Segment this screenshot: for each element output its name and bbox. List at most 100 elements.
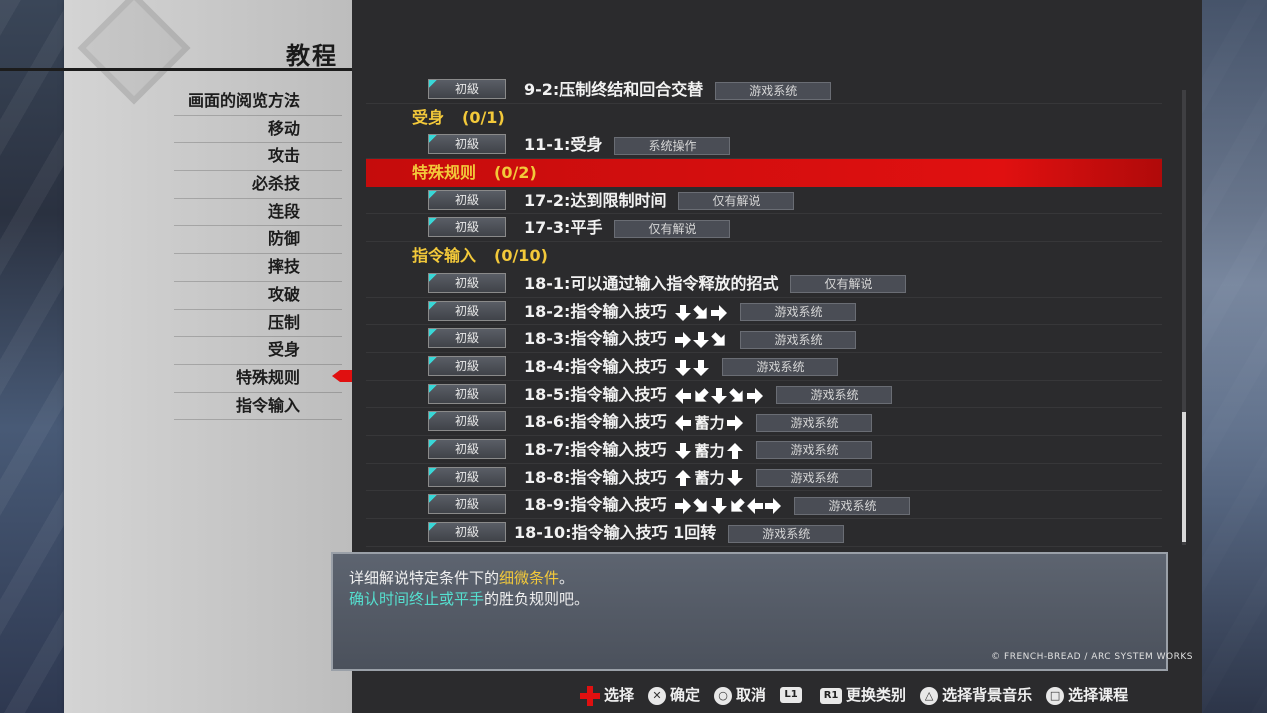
menu-item[interactable]: 攻破 [64,282,352,310]
lesson-row[interactable]: 初級 18-3:指令输入技巧 游戏系统 [366,325,1162,353]
category-label: 特殊规则 (0/2) [412,161,537,185]
menu-item[interactable]: 连段 [64,199,352,227]
hint-circle-button: ○ 取消 [714,684,766,705]
lesson-label: 18-4:指令输入技巧 游戏系统 [524,355,839,380]
lesson-list: 初級 9-2:压制终结和回合交替 游戏系统 受身 (0/1) 初級 11-1:受身 系统操作特… [366,76,1162,547]
menu-item[interactable]: 画面的阅览方法 [64,88,352,116]
lesson-row[interactable]: 初級 18-10:指令输入技巧 1回转 游戏系统 [366,519,1162,547]
lesson-type-tag: 仅有解说 [614,219,731,238]
command-input [674,494,782,518]
level-badge: 初級 [428,79,506,99]
lesson-label: 18-5:指令输入技巧 游戏系统 [524,383,893,408]
background-right [1197,0,1267,713]
arrow-down-left-icon [731,498,746,512]
lesson-title: 18-7:指令输入技巧 [524,439,667,459]
lesson-type-tag: 游戏系统 [756,413,873,432]
arrow-down-icon [711,498,728,515]
menu-item[interactable]: 攻击 [64,143,352,171]
lesson-title: 18-5:指令输入技巧 [524,384,667,404]
level-badge: 初級 [428,411,506,432]
category-name: 受身 [412,107,445,127]
lesson-type-tag: 仅有解说 [790,275,907,294]
level-badge: 初級 [428,189,506,210]
copyright-text: © FRENCH-BREAD / ARC SYSTEM WORKS [991,652,1193,662]
lesson-label: 18-2:指令输入技巧 游戏系统 [524,300,857,325]
category-header[interactable]: 指令输入 (0/10) [366,242,1162,270]
lesson-label: 18-3:指令输入技巧 游戏系统 [524,327,857,352]
menu-item[interactable]: 防御 [64,226,352,254]
lesson-title: 18-10:指令输入技巧 1回转 [514,523,717,542]
lesson-row[interactable]: 初級 18-9:指令输入技巧 游戏系统 [366,491,1162,519]
lesson-row[interactable]: 初級 18-1:可以通过输入指令释放的招式 仅有解说 [366,270,1162,298]
lesson-type-tag: 系统操作 [614,136,731,155]
scrollbar-thumb[interactable] [1182,412,1186,542]
lesson-title: 18-3:指令输入技巧 [524,329,667,349]
lesson-row[interactable]: 初級 18-7:指令输入技巧 蓄力 游戏系统 [366,436,1162,464]
lesson-type-tag: 游戏系统 [756,441,873,460]
lesson-title: 17-2:达到限制时间 [524,190,667,210]
lesson-title: 18-2:指令输入技巧 [524,301,667,321]
hint-r1-button: R1 更换类别 [820,684,906,705]
lesson-row[interactable]: 初級 9-2:压制终结和回合交替 游戏系统 [366,76,1162,104]
menu-item[interactable]: 压制 [64,310,352,338]
lesson-title: 18-4:指令输入技巧 [524,356,667,376]
hint-dpad: 选择 [580,684,634,706]
arrow-right-icon [675,332,692,349]
menu-item[interactable]: 必杀技 [64,171,352,199]
command-input [674,383,764,407]
lesson-type-tag: 游戏系统 [728,524,845,543]
arrow-down-right-icon [693,498,708,512]
lesson-label: 18-10:指令输入技巧 1回转 游戏系统 [514,521,845,545]
button-hints: 选择 ✕ 确定 ○ 取消 L1 R1 更换类别 △ 选择背景音乐 □ 选择课程 [580,684,1142,708]
lesson-label: 18-9:指令输入技巧 游戏系统 [524,493,911,518]
lesson-label: 18-6:指令输入技巧 蓄力 游戏系统 [524,410,873,436]
lesson-title: 11-1:受身 [524,135,603,155]
list-scrollbar[interactable] [1182,90,1186,545]
hint-label: 选择 [604,686,635,704]
arrow-down-left-icon [695,387,710,402]
arrow-down-right-icon [711,332,726,346]
lesson-row[interactable]: 初級 18-6:指令输入技巧 蓄力 游戏系统 [366,408,1162,436]
title-underline [0,68,360,71]
lesson-type-tag: 仅有解说 [678,192,795,211]
lesson-title: 18-1:可以通过输入指令释放的招式 [524,273,779,293]
lesson-row[interactable]: 初級 18-2:指令输入技巧 游戏系统 [366,298,1162,326]
hint-square-button: □ 选择课程 [1046,684,1128,705]
arrow-down-icon [693,332,710,349]
arrow-up-icon [727,442,744,459]
dpad-icon [580,685,600,706]
category-label: 指令输入 (0/10) [412,244,548,268]
arrow-down-right-icon [693,304,708,319]
lesson-row[interactable]: 初級 18-5:指令输入技巧 游戏系统 [366,381,1162,409]
cross-button-icon: ✕ [648,686,667,705]
command-input: 蓄力 [674,438,744,463]
lesson-type-tag: 游戏系统 [715,81,832,100]
lesson-label: 18-1:可以通过输入指令释放的招式 仅有解说 [524,272,907,296]
lesson-row[interactable]: 初級 18-8:指令输入技巧 蓄力 游戏系统 [366,464,1162,492]
arrow-right-icon [675,498,692,515]
arrow-down-icon [675,442,692,459]
menu-item[interactable]: 移动 [64,116,352,144]
lesson-row[interactable]: 初級 17-3:平手 仅有解说 [366,214,1162,243]
charge-label: 蓄力 [694,469,725,488]
command-input [674,328,728,352]
menu-item[interactable]: 受身 [64,337,352,365]
category-header-selected[interactable]: 特殊规则 (0/2) [366,159,1162,187]
category-name: 特殊规则 [412,163,477,183]
category-count: (0/1) [462,107,505,127]
menu-item[interactable]: 特殊规则 [64,365,352,393]
category-header[interactable]: 受身 (0/1) [366,104,1162,132]
lesson-type-tag: 游戏系统 [740,330,857,349]
description-text: 的胜负规则吧。 [484,590,590,608]
command-input: 蓄力 [674,411,744,436]
lesson-title: 18-6:指令输入技巧 [524,412,667,432]
menu-item[interactable]: 指令输入 [64,393,352,421]
lesson-row[interactable]: 初級 11-1:受身 系统操作 [366,131,1162,160]
lesson-row[interactable]: 初級 18-4:指令输入技巧 游戏系统 [366,353,1162,381]
lesson-label: 18-8:指令输入技巧 蓄力 游戏系统 [524,466,873,491]
menu-item[interactable]: 摔技 [64,254,352,282]
description-highlight: 确认时间终止或平手 [349,590,485,608]
square-button-icon: □ [1046,686,1065,705]
lesson-label: 9-2:压制终结和回合交替 游戏系统 [524,78,832,102]
lesson-row[interactable]: 初級 17-2:达到限制时间 仅有解说 [366,187,1162,215]
